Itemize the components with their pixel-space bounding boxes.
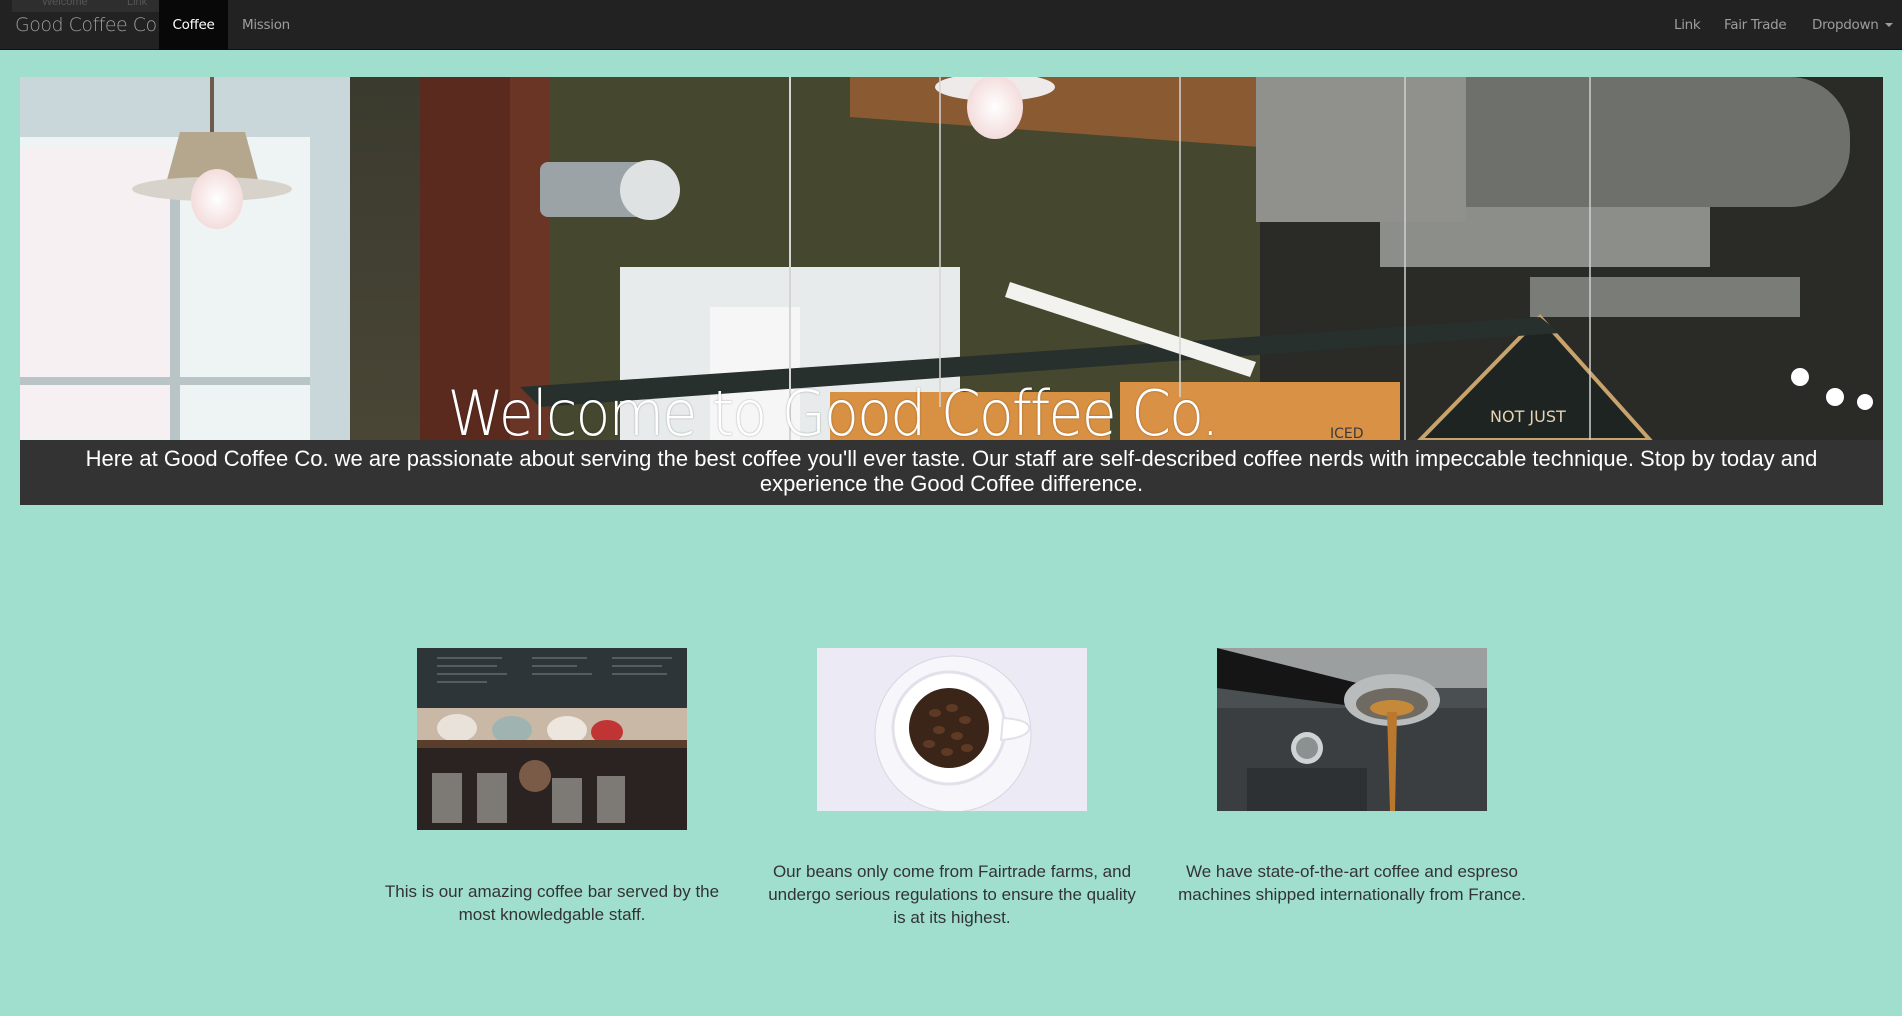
coffee-beans-image <box>817 648 1087 811</box>
coffee-bar-image <box>417 648 687 830</box>
espresso-machine-image <box>1217 648 1487 811</box>
nav-item-dropdown[interactable]: Dropdown <box>1812 0 1893 50</box>
hero-caption: Here at Good Coffee Co. we are passionat… <box>20 440 1883 505</box>
dropdown-label: Dropdown <box>1812 17 1879 33</box>
feature-text-beans: Our beans only come from Fairtrade farms… <box>768 862 1136 927</box>
brand-logo[interactable]: Good Coffee Co. <box>15 0 162 50</box>
coffee-bar-photo <box>417 648 687 830</box>
hero-banner: NOT JUST ICED Welcome to Good Coffee Co. <box>20 77 1883 440</box>
top-navbar: Welcome Link Good Coffee Co. Coffee Miss… <box>0 0 1902 50</box>
caret-down-icon <box>1884 23 1893 27</box>
nav-item-mission[interactable]: Mission <box>242 0 290 50</box>
espresso-machine-photo <box>1217 648 1487 811</box>
nav-item-fair-trade[interactable]: Fair Trade <box>1724 0 1787 50</box>
feature-text-coffee-bar: This is our amazing coffee bar served by… <box>384 882 720 924</box>
nav-item-coffee[interactable]: Coffee <box>159 0 228 50</box>
nav-item-link[interactable]: Link <box>1674 0 1701 50</box>
hero-title: Welcome to Good Coffee Co. <box>447 377 1219 440</box>
coffee-beans-cup-photo <box>817 648 1087 811</box>
feature-text-machines: We have state-of-the-art coffee and espr… <box>1178 862 1526 904</box>
